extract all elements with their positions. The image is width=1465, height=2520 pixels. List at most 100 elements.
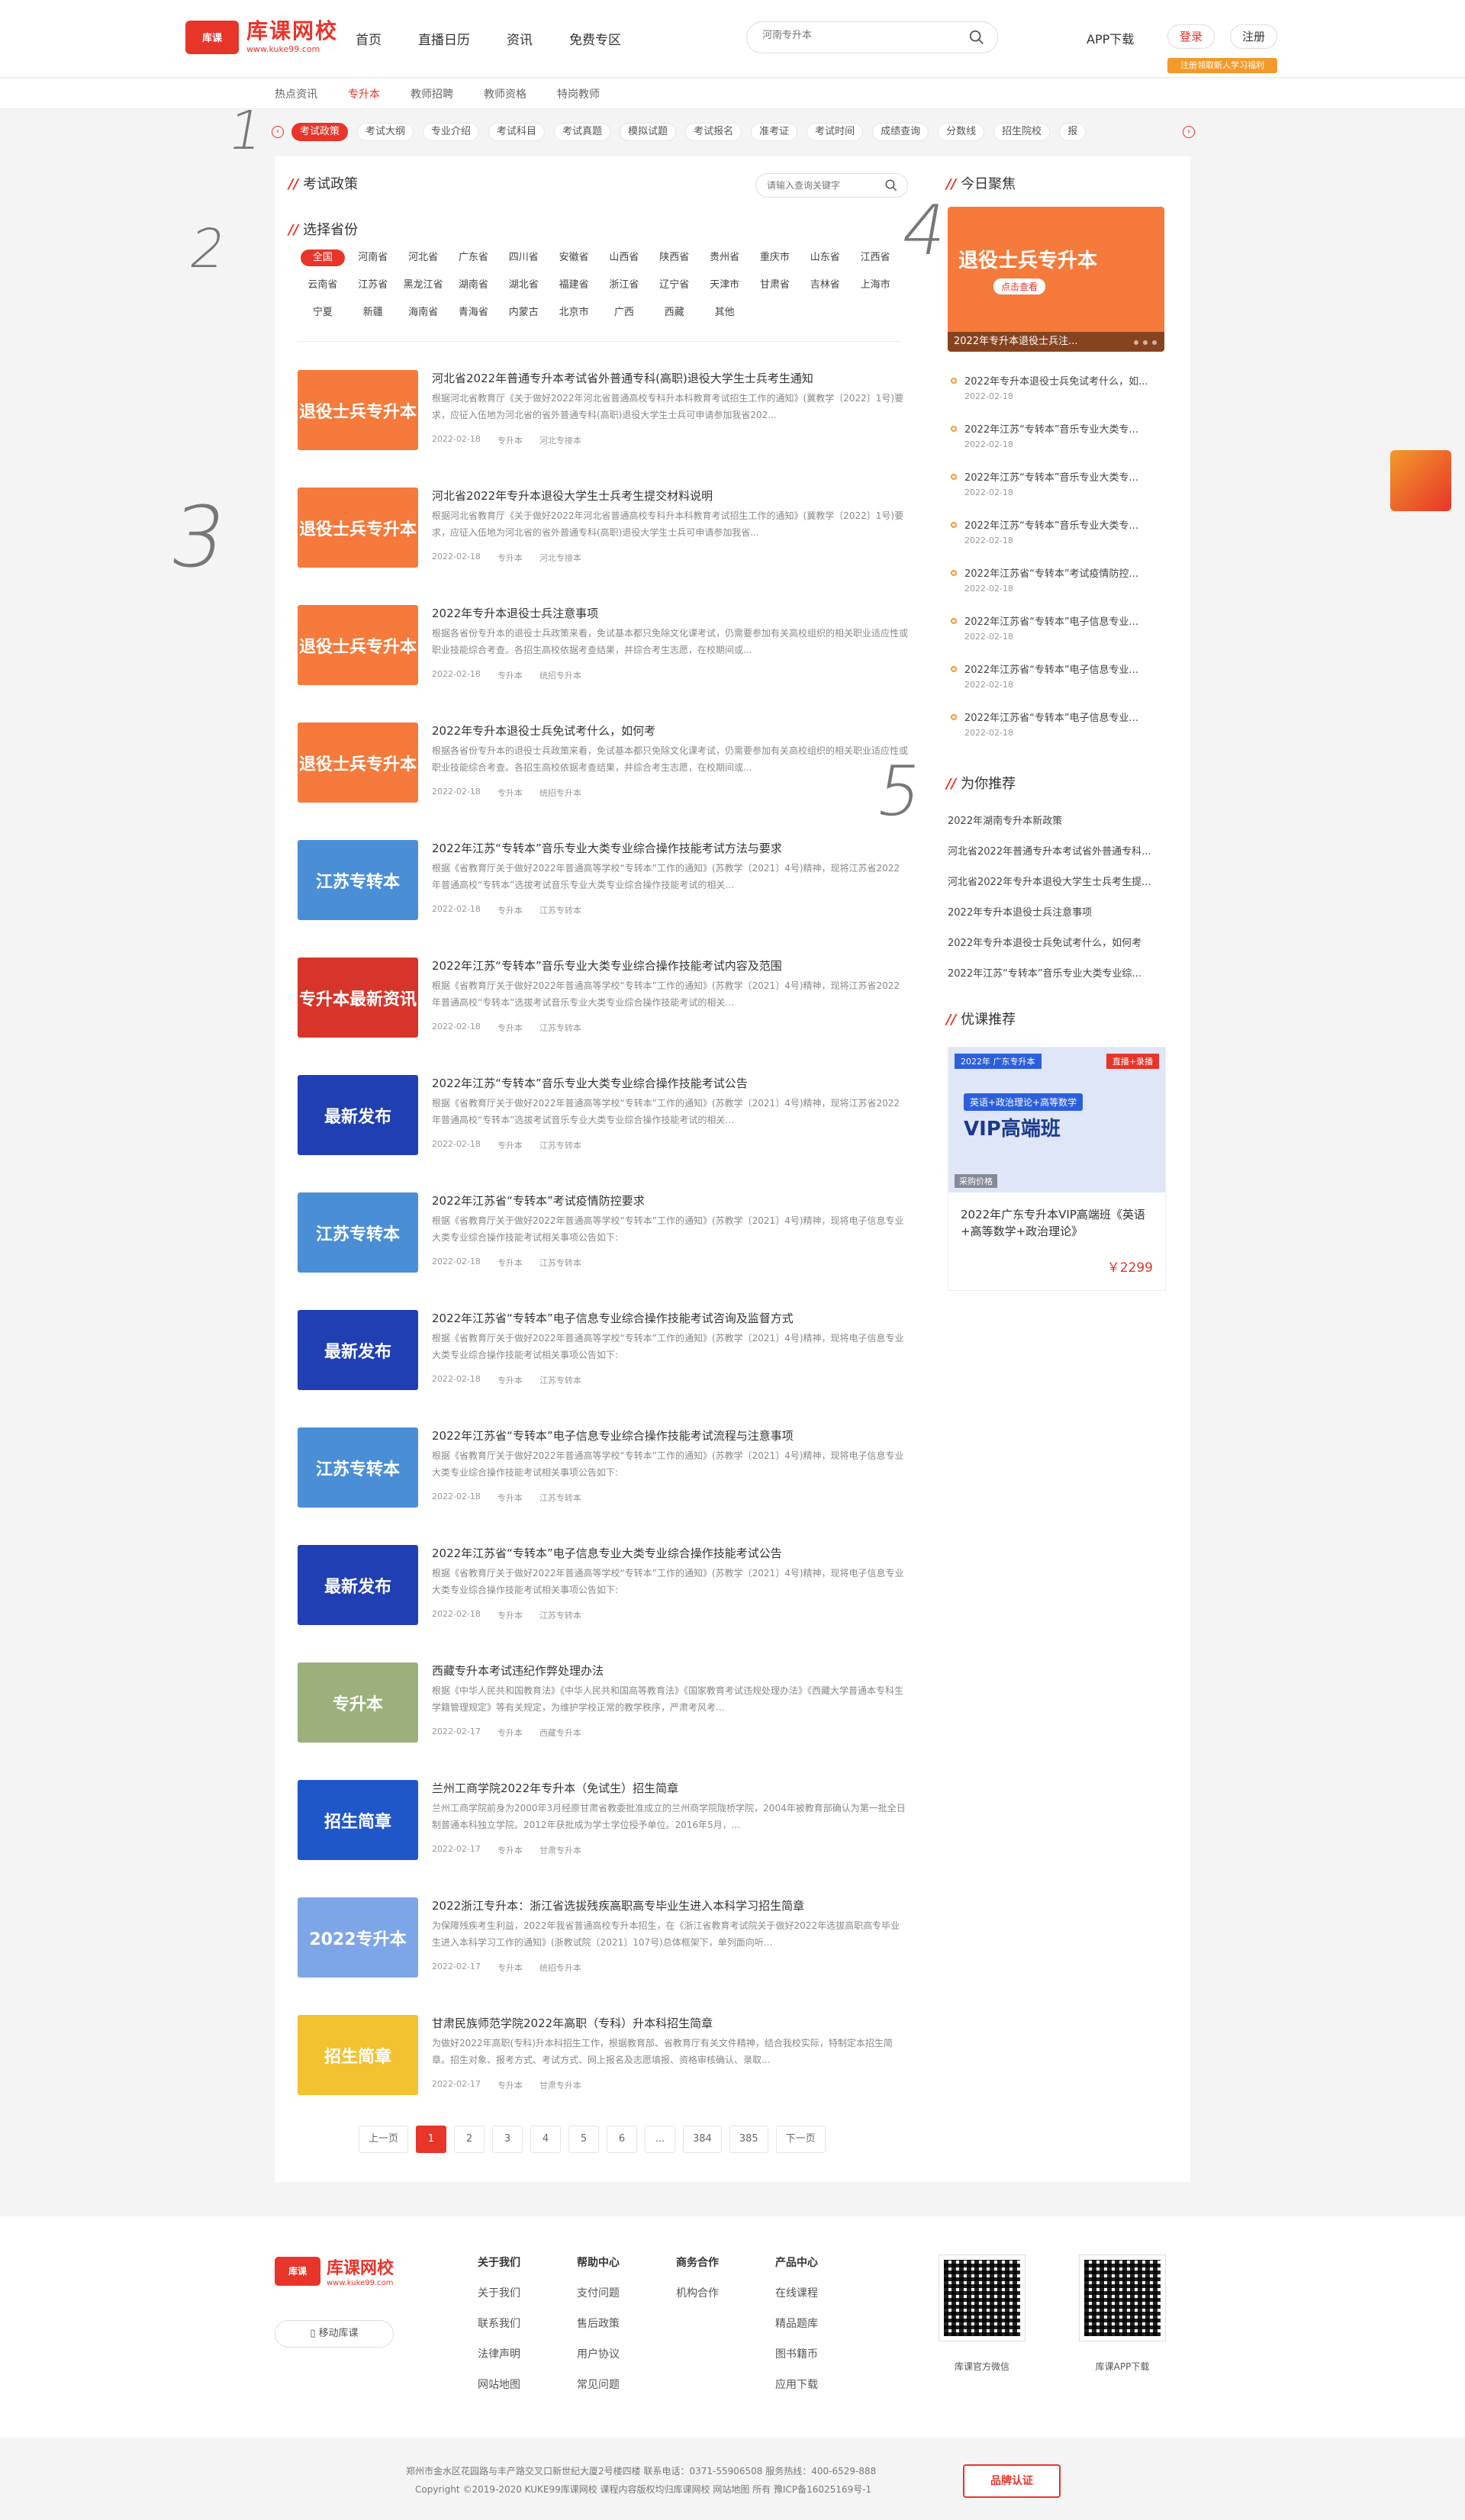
article-title[interactable]: 2022年江苏省“专转本”电子信息专业综合操作技能考试咨询及监督方式 [432, 1310, 908, 1326]
article-item[interactable]: 最新发布 2022年江苏省“专转本”电子信息专业大类专业综合操作技能考试公告 根据《… [298, 1545, 908, 1662]
province-item[interactable]: 云南省 [298, 277, 348, 294]
article-region[interactable]: 江苏专转本 [539, 1374, 581, 1386]
article-title[interactable]: 兰州工商学院2022年专升本（免试生）招生简章 [432, 1780, 908, 1796]
article-title[interactable]: 2022年江苏省“专转本”考试疫情防控要求 [432, 1192, 908, 1209]
category-tab[interactable]: 模拟试题 [620, 123, 677, 141]
course-name[interactable]: 2022年广东专升本VIP高端班《英语+高等数学+政治理论》 [961, 1206, 1154, 1240]
article-thumbnail[interactable]: 退役士兵专升本 [298, 723, 418, 803]
province-item[interactable]: 全国 [301, 249, 345, 266]
page-button[interactable]: 384 [683, 2126, 722, 2153]
article-item[interactable]: 退役士兵专升本 河北省2022年普通专升本考试省外普通专科(高职)退役大学生士兵考… [298, 370, 908, 488]
article-category[interactable]: 专升本 [497, 1492, 523, 1504]
article-thumbnail[interactable]: 最新发布 [298, 1310, 418, 1390]
today-item-title[interactable]: 2022年江苏省“专转本”电子信息专业... [964, 613, 1164, 628]
article-item[interactable]: 最新发布 2022年江苏“专转本”音乐专业大类专业综合操作技能考试公告 根据《省教育… [298, 1075, 908, 1192]
footer-link[interactable]: 法律声明 [478, 2346, 520, 2377]
article-region[interactable]: 统招专升本 [539, 669, 581, 681]
province-item[interactable]: 吉林省 [800, 277, 850, 294]
province-item[interactable]: 湖南省 [449, 277, 499, 294]
province-item[interactable]: 北京市 [549, 304, 599, 321]
today-item-title[interactable]: 2022年江苏省“专转本”电子信息专业... [964, 661, 1164, 676]
article-thumbnail[interactable]: 退役士兵专升本 [298, 370, 418, 450]
search-icon[interactable] [884, 179, 898, 192]
province-item[interactable]: 内蒙古 [498, 304, 549, 321]
article-item[interactable]: 最新发布 2022年江苏省“专转本”电子信息专业综合操作技能考试咨询及监督方式 根据… [298, 1310, 908, 1427]
today-item-title[interactable]: 2022年专升本退役士兵免试考什么，如... [964, 373, 1164, 388]
today-item-title[interactable]: 2022年江苏“专转本”音乐专业大类专... [964, 469, 1164, 484]
article-category[interactable]: 专升本 [497, 669, 523, 681]
article-thumbnail[interactable]: 退役士兵专升本 [298, 488, 418, 568]
today-item[interactable]: 2022年江苏省“专转本”考试疫情防控... 2022-02-18 [948, 565, 1164, 613]
article-category[interactable]: 专升本 [497, 1609, 523, 1621]
page-button[interactable]: 3 [492, 2126, 523, 2153]
article-title[interactable]: 2022年江苏“专转本”音乐专业大类专业综合操作技能考试公告 [432, 1075, 908, 1091]
province-item[interactable]: 宁夏 [298, 304, 348, 321]
subnav-item[interactable]: 特岗教师 [557, 86, 600, 101]
article-region[interactable]: 西藏专升本 [539, 1727, 581, 1739]
focus-banner[interactable]: 退役士兵专升本 点击查看 2022年专升本退役士兵注... [948, 207, 1164, 352]
province-item[interactable]: 湖北省 [498, 277, 549, 294]
article-thumbnail[interactable]: 最新发布 [298, 1075, 418, 1155]
article-thumbnail[interactable]: 江苏专转本 [298, 1192, 418, 1273]
article-category[interactable]: 专升本 [497, 1374, 523, 1386]
category-tab[interactable]: 考试政策 [291, 123, 349, 141]
article-region[interactable]: 河北专接本 [539, 552, 581, 564]
policy-search-input[interactable] [767, 180, 881, 191]
recommend-item[interactable]: 河北省2022年专升本退役大学生士兵考生提... [948, 874, 1164, 904]
article-category[interactable]: 专升本 [497, 1962, 523, 1974]
page-button[interactable]: 上一页 [359, 2126, 409, 2153]
article-thumbnail[interactable]: 2022专升本 [298, 1897, 418, 1978]
category-tab[interactable]: 考试报名 [685, 123, 742, 141]
footer-link[interactable]: 用户协议 [577, 2346, 620, 2377]
today-item[interactable]: 2022年江苏省“专转本”电子信息专业... 2022-02-18 [948, 661, 1164, 710]
search-input[interactable] [762, 30, 953, 41]
article-region[interactable]: 江苏专转本 [539, 1139, 581, 1151]
article-title[interactable]: 2022年专升本退役士兵免试考什么，如何考 [432, 723, 908, 739]
prev-arrow-icon[interactable]: ‹ [272, 126, 284, 138]
recommend-item[interactable]: 2022年湖南专升本新政策 [948, 813, 1164, 843]
article-item[interactable]: 退役士兵专升本 2022年专升本退役士兵注意事项 根据各省份专升本的退役士兵政策来看… [298, 605, 908, 723]
today-item[interactable]: 2022年江苏“专转本”音乐专业大类专... 2022-02-18 [948, 421, 1164, 469]
subnav-item[interactable]: 专升本 [348, 86, 380, 101]
nav-free-zone[interactable]: 免费专区 [569, 29, 621, 48]
promo-tag[interactable]: 注册领取新人学习福利 [1167, 58, 1277, 73]
province-item[interactable]: 新疆 [348, 304, 398, 321]
article-thumbnail[interactable]: 招生简章 [298, 2015, 418, 2095]
article-item[interactable]: 江苏专转本 2022年江苏省“专转本”电子信息专业综合操作技能考试流程与注意事项根… [298, 1427, 908, 1545]
article-thumbnail[interactable]: 专升本 [298, 1662, 418, 1743]
province-item[interactable]: 安徽省 [549, 249, 599, 266]
page-button[interactable]: 385 [729, 2126, 768, 2153]
nav-live-calendar[interactable]: 直播日历 [418, 29, 470, 48]
footer-link[interactable]: 联系我们 [478, 2316, 520, 2346]
today-item-title[interactable]: 2022年江苏省“专转本”电子信息专业... [964, 710, 1164, 724]
article-category[interactable]: 专升本 [497, 1727, 523, 1739]
article-item[interactable]: 退役士兵专升本 2022年专升本退役士兵免试考什么，如何考 根据各省份专升本的退役士… [298, 723, 908, 840]
article-title[interactable]: 2022浙江专升本：浙江省选拔残疾高职高专毕业生进入本科学习招生简章 [432, 1897, 908, 1913]
article-item[interactable]: 2022专升本 2022浙江专升本：浙江省选拔残疾高职高专毕业生进入本科学习招生简… [298, 1897, 908, 2015]
article-region[interactable]: 统招专升本 [539, 1962, 581, 1974]
article-category[interactable]: 专升本 [497, 1022, 523, 1034]
category-tab[interactable]: 考试真题 [554, 123, 611, 141]
category-tab[interactable]: 专业介绍 [423, 123, 480, 141]
today-item-title[interactable]: 2022年江苏省“专转本”考试疫情防控... [964, 565, 1164, 580]
article-region[interactable]: 江苏专转本 [539, 904, 581, 916]
province-item[interactable]: 四川省 [498, 249, 549, 266]
article-title[interactable]: 2022年江苏省“专转本”电子信息专业大类专业综合操作技能考试公告 [432, 1545, 908, 1561]
article-thumbnail[interactable]: 江苏专转本 [298, 840, 418, 920]
article-category[interactable]: 专升本 [497, 1139, 523, 1151]
article-region[interactable]: 统招专升本 [539, 787, 581, 799]
article-item[interactable]: 退役士兵专升本 河北省2022年专升本退役大学生士兵考生提交材料说明 根据河北省教育… [298, 488, 908, 605]
search-icon[interactable] [968, 29, 985, 46]
article-thumbnail[interactable]: 招生简章 [298, 1780, 418, 1860]
province-item[interactable]: 贵州省 [700, 249, 750, 266]
article-title[interactable]: 2022年江苏“专转本”音乐专业大类专业综合操作技能考试方法与要求 [432, 840, 908, 856]
next-arrow-icon[interactable]: › [1183, 126, 1195, 138]
footer-link[interactable]: 网站地图 [478, 2377, 520, 2407]
category-tab[interactable]: 招生院校 [993, 123, 1051, 141]
province-item[interactable]: 陕西省 [649, 249, 700, 266]
province-item[interactable]: 青海省 [449, 304, 499, 321]
province-item[interactable]: 甘肃省 [750, 277, 800, 294]
article-title[interactable]: 2022年江苏“专转本”音乐专业大类专业综合操作技能考试内容及范围 [432, 957, 908, 974]
article-region[interactable]: 江苏专转本 [539, 1022, 581, 1034]
recommend-item[interactable]: 2022年江苏“专转本”音乐专业大类专业综... [948, 965, 1164, 996]
